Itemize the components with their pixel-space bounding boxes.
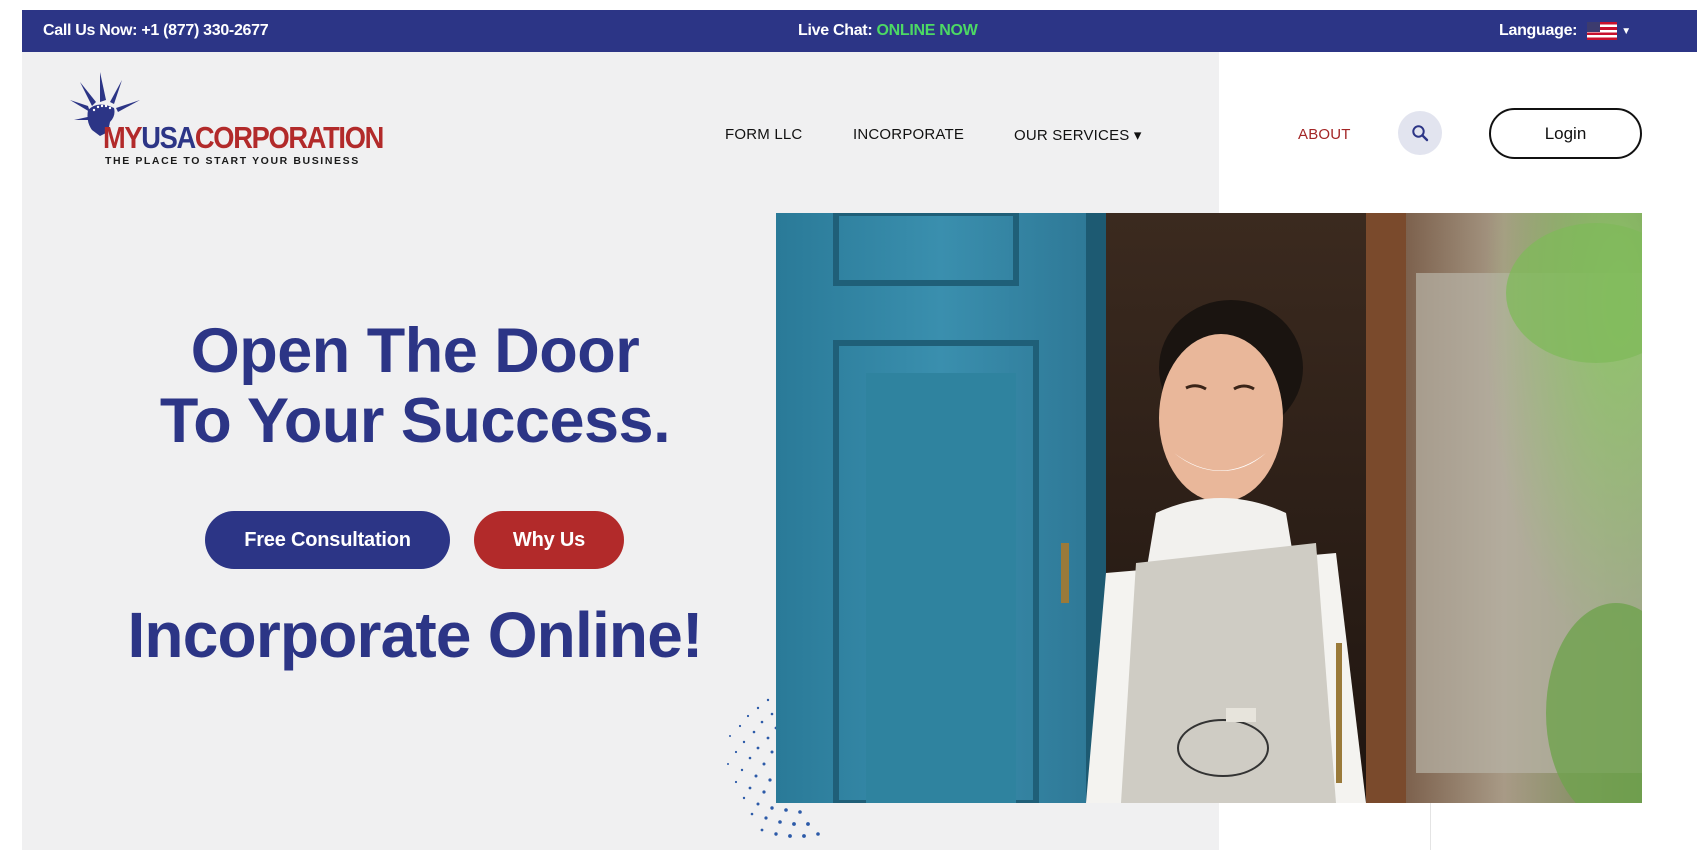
free-consultation-button[interactable]: Free Consultation [205,511,450,569]
nav-our-services[interactable]: OUR SERVICES ▾ [1014,126,1142,144]
logo-tagline: THE PLACE TO START YOUR BUSINESS [105,155,360,167]
language-label: Language: [1499,22,1578,39]
top-bar: Call Us Now: +1 (877) 330-2677 Live Chat… [22,10,1697,52]
hero-title-line1: Open The Door [190,316,640,386]
logo[interactable]: MYUSACORPORATION THE PLACE TO START YOUR… [70,70,384,170]
nav-form-llc[interactable]: FORM LLC [725,126,802,143]
live-chat-link[interactable]: Live Chat: ONLINE NOW [798,22,978,40]
page: Call Us Now: +1 (877) 330-2677 Live Chat… [0,0,1697,850]
nav-incorporate[interactable]: INCORPORATE [853,126,964,143]
live-chat-status: ONLINE NOW [876,22,978,39]
search-icon [1412,125,1429,142]
us-flag-icon [1587,22,1618,40]
logo-usa: USA [141,120,196,155]
login-button[interactable]: Login [1489,108,1642,159]
phone-link[interactable]: Call Us Now: +1 (877) 330-2677 [43,22,269,40]
divider [1430,800,1431,850]
logo-my: MY [103,120,143,155]
nav-about[interactable]: ABOUT [1298,126,1351,143]
hero-image [776,213,1642,803]
live-chat-label: Live Chat: [798,22,877,39]
hero-photo [776,213,1642,803]
language-selector[interactable]: Language: ▼ [1499,22,1631,40]
chevron-down-icon: ▼ [1621,25,1631,37]
logo-wordmark: MYUSACORPORATION [103,120,384,155]
incorporate-online-heading: Incorporate Online! [127,599,703,671]
logo-corporation: CORPORATION [194,120,384,155]
hero-title: Open The Door To Your Success. [130,316,700,456]
search-button[interactable] [1398,111,1442,155]
why-us-button[interactable]: Why Us [474,511,624,569]
hero-title-line2: To Your Success. [159,386,671,456]
